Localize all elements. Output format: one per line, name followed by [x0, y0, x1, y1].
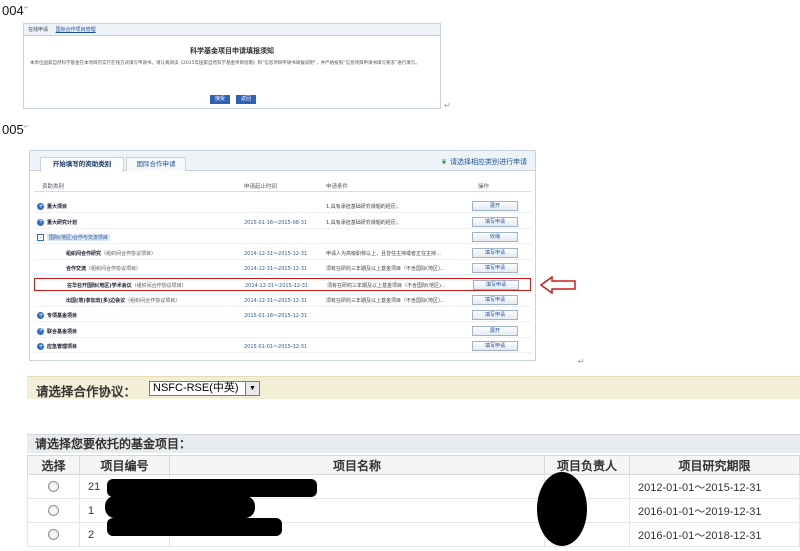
protocol-label: 请选择合作协议： [36, 384, 137, 399]
category-row: 联合基金项目 展开 [34, 325, 531, 338]
fill-application-button[interactable]: 填写申请 [472, 216, 518, 227]
project-table-section: 请选择您要依托的基金项目： 选择 项目编号 项目名称 项目负责人 项目研究期限 … [27, 434, 800, 551]
radio-button[interactable] [48, 481, 59, 493]
notice-title: 科学基金项目申请填报须知 [190, 47, 274, 55]
category-name: 重大研究计划 [47, 219, 78, 226]
category-condition: 须有在研的三年期及以上基金项目（不含国际(地区)… [326, 297, 445, 304]
expand-icon[interactable] [37, 312, 44, 320]
category-row: 在华召开国际(地区)学术会议（组织间合作协议项目） 2014-12-31～2015… [34, 278, 531, 291]
category-row: 合作交流（组织间合作协议项目） 2014-12-31～2015-12-31 须有在研… [34, 262, 531, 276]
category-row: 国际(地区)合作与交流项目 收缩 [34, 231, 531, 245]
leaf-icon: ❦ [441, 158, 447, 166]
expand-icon[interactable] [37, 203, 44, 210]
category-name: 在华召开国际(地区)学术会议（组织间合作协议项目） [67, 283, 187, 289]
expand-button[interactable]: 展开 [472, 201, 518, 211]
category-row: 重大项目 1.具有承担基础研究课题的经历； 展开 [34, 200, 531, 213]
notice-panel: 在线申请 国际合作项目管理 科学基金项目申请填报须知 本单位国家自然科学基金在本… [23, 23, 441, 109]
funding-category-panel: 开始填写的资助类别 国际合作申请 ❦ 请选择相应类别进行申请 资助类别 申请起止时… [29, 150, 536, 361]
category-name: 国际(地区)合作与交流项目 [47, 234, 110, 242]
category-condition: 1.具有承担基础研究课题的经历； [326, 219, 401, 226]
category-row: 重大研究计划 2015-01-16～2015-08-31 1.具有承担基础研究课题的… [34, 216, 531, 229]
red-arrow-icon [540, 276, 576, 294]
category-tabbar: 开始填写的资助类别 国际合作申请 ❦ 请选择相应类别进行申请 [30, 151, 535, 172]
tab-intl-coop[interactable]: 国际合作项目管理 [56, 27, 96, 33]
col-category: 资助类别 [42, 184, 65, 190]
select-radio[interactable] [27, 474, 80, 499]
redaction-mark [107, 479, 317, 497]
collapse-button[interactable]: 收缩 [472, 232, 518, 243]
expand-icon[interactable] [37, 218, 44, 226]
expand-icon[interactable] [37, 343, 44, 351]
radio-button[interactable] [48, 529, 59, 541]
paragraph-mark: ↵ [444, 101, 451, 110]
tab-intl-apply[interactable]: 国际合作申请 [126, 157, 186, 171]
category-name: 重大项目 [47, 204, 68, 210]
category-period: 2014-12-31～2015-12-31 [244, 266, 308, 273]
redaction-mark [537, 472, 587, 546]
category-condition: 须有在研的三年期及以上基金项目（不含国际(地区)… [326, 266, 445, 273]
col-period: 申请起止时间 [244, 184, 278, 190]
project-period: 2016-01-01～2019-12-31 [629, 498, 800, 523]
expand-button[interactable]: 展开 [472, 325, 518, 336]
col-project-period: 项目研究期限 [629, 455, 800, 475]
paragraph-mark: ↵ [578, 357, 585, 366]
category-period: 2015-01-01～2015-12-31 [244, 344, 308, 351]
category-period: 2015-01-16～2015-12-31 [244, 313, 308, 320]
category-name: 合作交流（组织间合作协议项目） [66, 266, 142, 273]
category-period: 2014-12-31～2015-12-31 [245, 283, 309, 289]
col-condition: 申请条件 [326, 184, 349, 190]
category-condition: 申请人为高级职称以上，且曾任主持或者正在主持… [326, 250, 442, 257]
category-row: 组织间合作研究（组织间合作协议项目） 2014-12-31～2015-12-31 申… [34, 247, 531, 260]
category-name: 应急管理项目 [47, 344, 78, 351]
col-project-name: 项目名称 [169, 455, 545, 475]
category-name: 组织间合作研究（组织间合作协议项目） [66, 250, 157, 257]
dropdown-arrow-icon[interactable]: ▼ [245, 382, 259, 395]
category-period: 2014-12-31～2015-12-31 [244, 250, 308, 257]
project-table-caption: 请选择您要依托的基金项目： [27, 434, 800, 453]
select-category-hint: ❦ 请选择相应类别进行申请 [441, 158, 527, 166]
col-select: 选择 [27, 455, 80, 475]
col-project-number: 项目编号 [79, 455, 170, 475]
step-label-004: 004↵ [2, 3, 29, 18]
category-condition: 须有在研的三年期及以上基金项目（不含国际(地区)… [327, 283, 446, 289]
category-name: 出国(境)参加双(多)边会议（组织间合作协议项目） [66, 297, 181, 304]
category-row: 出国(境)参加双(多)边会议（组织间合作协议项目） 2014-12-31～2015… [34, 294, 531, 307]
accept-button[interactable]: 接受 [210, 95, 230, 104]
tab-funding-category[interactable]: 开始填写的资助类别 [40, 157, 124, 172]
project-period: 2016-01-01～2018-12-31 [629, 522, 800, 547]
collapse-icon[interactable] [37, 234, 44, 242]
select-radio[interactable] [27, 522, 80, 547]
fill-application-button[interactable]: 填写申请 [472, 341, 518, 352]
category-row: 应急管理项目 2015-01-01～2015-12-31 填写申请 [34, 340, 531, 354]
notice-tabs: 在线申请 国际合作项目管理 [24, 24, 440, 36]
fill-application-button[interactable]: 填写申请 [473, 280, 519, 290]
tab-online-apply[interactable]: 在线申请 [28, 27, 48, 33]
category-row: 专项基金项目 2015-01-16～2015-12-31 填写申请 [34, 309, 531, 323]
fill-application-button[interactable]: 填写申请 [472, 294, 518, 305]
category-condition: 1.具有承担基础研究课题的经历； [326, 204, 401, 210]
project-period: 2012-01-01～2015-12-31 [629, 474, 800, 499]
redaction-mark [105, 496, 255, 518]
redaction-mark [107, 518, 282, 536]
select-radio[interactable] [27, 498, 80, 523]
col-action: 操作 [478, 184, 490, 190]
expand-icon[interactable] [37, 327, 44, 335]
step-label-005: 005↵ [2, 122, 29, 137]
fill-application-button[interactable]: 填写申请 [472, 310, 518, 321]
category-period: 2015-01-16～2015-08-31 [244, 219, 308, 226]
radio-button[interactable] [48, 505, 59, 517]
fill-application-button[interactable]: 填写申请 [472, 247, 518, 258]
protocol-select[interactable]: NSFC-RSE(中英) ▼ [149, 381, 260, 396]
back-button[interactable]: 返回 [236, 95, 256, 104]
fill-application-button[interactable]: 填写申请 [472, 263, 518, 274]
protocol-bar: 请选择合作协议： NSFC-RSE(中英) ▼ [27, 376, 800, 399]
category-name: 联合基金项目 [47, 328, 78, 335]
category-name: 专项基金项目 [47, 313, 78, 320]
notice-text: 本单位国家自然科学基金在本项目内实行在线方式填写申请书，请认真阅读《2015年国… [30, 61, 420, 66]
category-period: 2014-12-31～2015-12-31 [244, 297, 308, 304]
category-table-header: 资助类别 申请起止时间 申请条件 操作 [34, 180, 531, 192]
